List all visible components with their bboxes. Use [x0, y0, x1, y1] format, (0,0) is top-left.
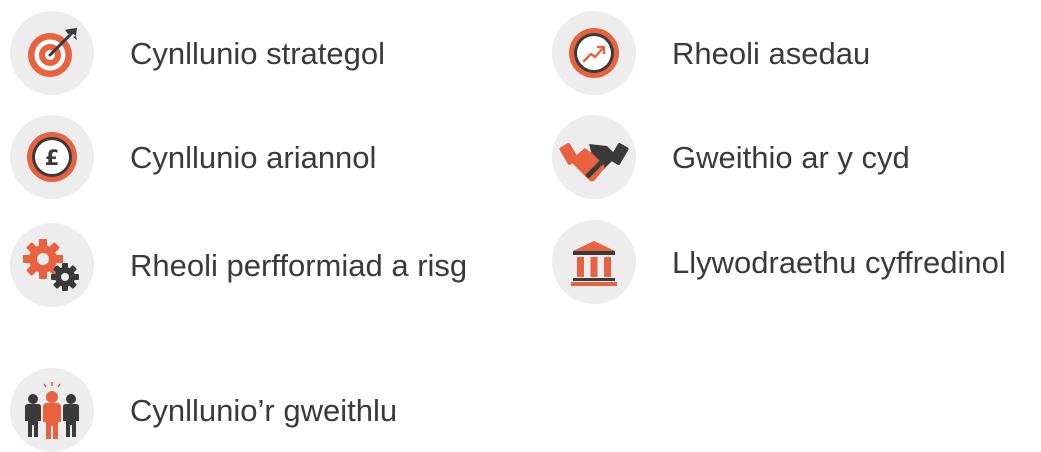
list-item-performance-risk: Rheoli perfformiad a risg [10, 223, 490, 307]
target-icon [28, 28, 77, 77]
icon-badge: £ [10, 115, 94, 199]
svg-text:£: £ [45, 146, 60, 170]
icon-badge [552, 220, 636, 304]
growth-chart-icon [569, 28, 619, 78]
item-label: Rheoli asedau [672, 35, 871, 71]
icon-badge [10, 223, 94, 307]
gears-icon [23, 239, 79, 291]
icon-badge [552, 115, 636, 199]
item-label: Cynllunio strategol [130, 35, 386, 71]
item-label: Llywodraethu cyffredinol [672, 244, 1006, 280]
icon-badge [552, 11, 636, 95]
item-label: Cynllunio ariannol [130, 139, 377, 175]
government-building-icon [571, 241, 617, 286]
list-item-workforce-planning: Cynllunio’r gweithlu [10, 368, 397, 452]
item-label: Gweithio ar y cyd [672, 139, 910, 175]
icon-badge [10, 368, 94, 452]
list-item-general-governance: Llywodraethu cyffredinol [552, 220, 1006, 304]
list-item-financial-planning: £ Cynllunio ariannol [10, 115, 376, 199]
people-icon [25, 382, 79, 439]
item-label: Cynllunio’r gweithlu [130, 392, 398, 428]
pound-coin-icon: £ [27, 132, 77, 182]
list-item-strategic-planning: Cynllunio strategol [10, 11, 385, 95]
icon-badge [10, 11, 94, 95]
handshake-icon [559, 143, 629, 182]
item-label: Rheoli perfformiad a risg [130, 247, 468, 283]
list-item-asset-management: Rheoli asedau [552, 11, 870, 95]
list-item-collaboration: Gweithio ar y cyd [552, 115, 910, 199]
